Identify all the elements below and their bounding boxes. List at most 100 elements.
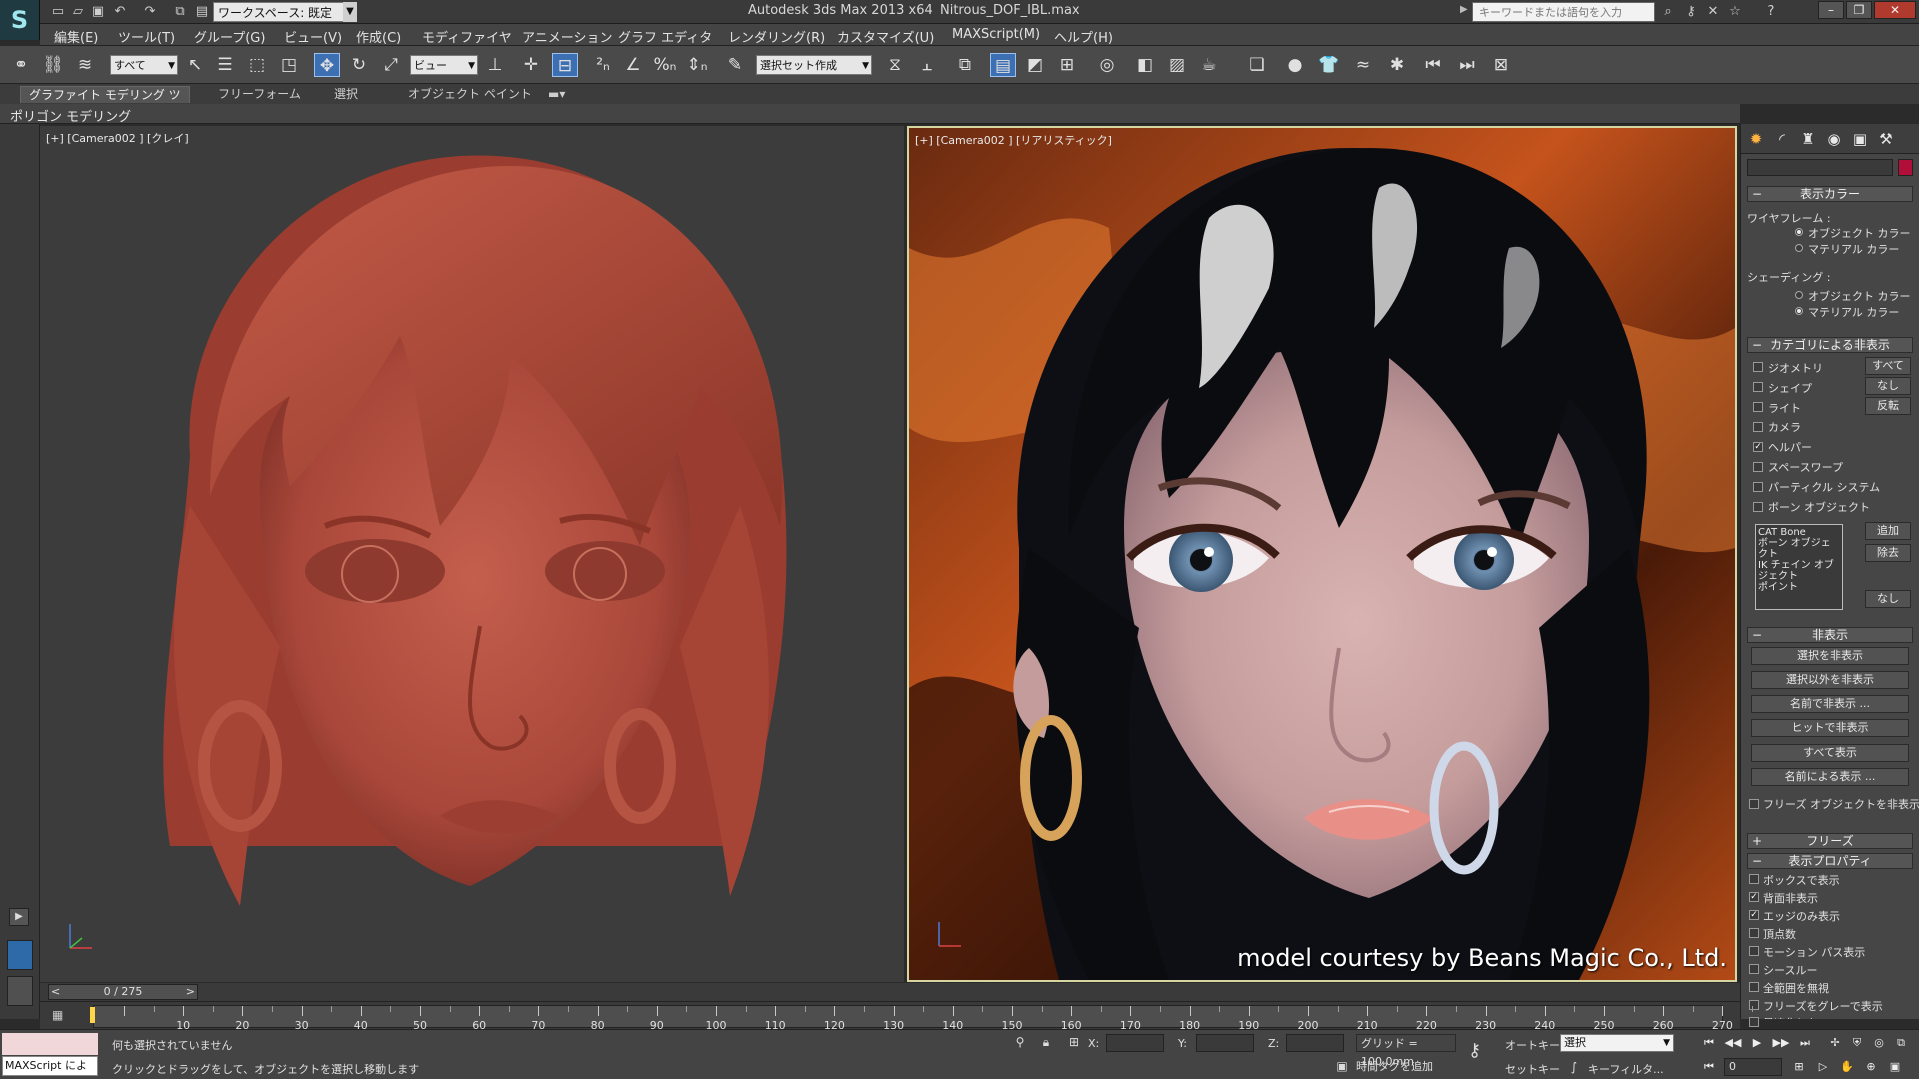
orbit-subobject-icon[interactable]: ⊕ bbox=[1862, 1058, 1880, 1076]
zoom-icon[interactable]: ✢ bbox=[1826, 1035, 1844, 1051]
list-item[interactable]: ポイント bbox=[1758, 582, 1840, 593]
expand-arrow-icon[interactable]: ▶ bbox=[9, 908, 29, 926]
zoom-all-icon[interactable]: ⛨ bbox=[1848, 1035, 1866, 1051]
render-icon[interactable]: ☕ bbox=[1196, 53, 1222, 77]
select-manipulate-icon[interactable]: ✛ bbox=[518, 53, 544, 77]
anim-prev-icon[interactable]: ⏮ bbox=[1420, 53, 1446, 77]
helpers-checkbox[interactable]: ✓ bbox=[1753, 442, 1763, 452]
lights-checkbox[interactable] bbox=[1753, 402, 1763, 412]
viewport-label[interactable]: [+] [Camera002 ] [クレイ] bbox=[46, 130, 189, 146]
spinner-snap-icon[interactable]: ⇕ₙ bbox=[684, 53, 710, 77]
menu-graph-editors[interactable]: グラフ エディタ bbox=[618, 27, 712, 46]
object-name-field[interactable] bbox=[1747, 159, 1893, 176]
menu-group[interactable]: グループ(G) bbox=[194, 27, 265, 46]
rotate-icon[interactable]: ↻ bbox=[346, 53, 372, 77]
display-tab-icon[interactable]: ▣ bbox=[1849, 129, 1871, 149]
container-icon[interactable]: ❏ bbox=[1244, 53, 1270, 77]
setkey-button[interactable]: セットキー bbox=[1505, 1061, 1560, 1077]
rollout-display-properties[interactable]: − 表示プロパティ bbox=[1747, 853, 1913, 869]
next-frame-icon[interactable]: > bbox=[186, 985, 195, 999]
move-icon[interactable]: ✥ bbox=[314, 53, 340, 77]
workspace-select[interactable]: ワークスペース: 既定 bbox=[213, 2, 353, 22]
min-max-toggle-icon[interactable]: ▣ bbox=[1886, 1058, 1904, 1076]
unhide-all-button[interactable]: すべて表示 bbox=[1751, 744, 1909, 762]
never-degrade-checkbox[interactable] bbox=[1749, 1017, 1759, 1027]
wireframe-object-color-radio[interactable] bbox=[1795, 228, 1803, 236]
tab-object-paint[interactable]: オブジェクト ペイント bbox=[400, 86, 540, 103]
category-all-button[interactable]: すべて bbox=[1865, 357, 1911, 375]
polygon-modeling-panel[interactable]: ポリゴン モデリング bbox=[10, 106, 131, 125]
isolate-icon[interactable]: ⚲ bbox=[1012, 1035, 1028, 1051]
angle-snap-icon[interactable]: ∠ bbox=[620, 53, 646, 77]
create-tab-icon[interactable]: ✹ bbox=[1745, 129, 1767, 149]
edit-named-selection-icon[interactable]: ✎ bbox=[722, 53, 748, 77]
absolute-mode-icon[interactable]: ⊞ bbox=[1066, 1035, 1082, 1051]
menu-views[interactable]: ビュー(V) bbox=[284, 27, 342, 46]
close-button[interactable]: ✕ bbox=[1874, 1, 1916, 19]
backface-cull-checkbox[interactable]: ✓ bbox=[1749, 892, 1759, 902]
favorites-icon[interactable]: ☆ bbox=[1726, 3, 1744, 21]
add-time-tag[interactable]: 時間タグを追加 bbox=[1356, 1058, 1433, 1074]
viewport-layout-tab[interactable] bbox=[7, 976, 33, 1006]
hide-unselected-button[interactable]: 選択以外を非表示 bbox=[1751, 671, 1909, 689]
object-color-swatch[interactable] bbox=[1898, 159, 1913, 176]
render-setup-icon[interactable]: ◧ bbox=[1132, 53, 1158, 77]
time-tag-icon[interactable]: ▣ bbox=[1334, 1059, 1350, 1075]
vertex-ticks-checkbox[interactable] bbox=[1749, 928, 1759, 938]
viewport-layout-tab-active[interactable] bbox=[7, 940, 33, 970]
particle-icon[interactable]: ✱ bbox=[1384, 53, 1410, 77]
sphere-icon[interactable]: ● bbox=[1282, 53, 1308, 77]
selection-filter-select[interactable]: すべて ▼ bbox=[110, 55, 178, 75]
geometry-checkbox[interactable] bbox=[1753, 362, 1763, 372]
subscription-icon[interactable]: ⚷ bbox=[1682, 3, 1700, 21]
align-icon[interactable]: ⫠ bbox=[914, 53, 940, 77]
new-file-icon[interactable]: ▭ bbox=[50, 4, 66, 20]
anim-next-icon[interactable]: ⏭ bbox=[1454, 53, 1480, 77]
shapes-checkbox[interactable] bbox=[1753, 382, 1763, 392]
menu-create[interactable]: 作成(C) bbox=[356, 27, 401, 46]
minimize-button[interactable]: – bbox=[1818, 1, 1844, 19]
play-icon[interactable]: ▶ bbox=[1748, 1035, 1766, 1051]
maximize-viewport-icon[interactable]: ⧉ bbox=[1892, 1035, 1910, 1051]
percent-snap-icon[interactable]: %ₙ bbox=[652, 53, 678, 77]
field-of-view-icon[interactable]: ▷ bbox=[1814, 1058, 1832, 1076]
rectangle-selection-icon[interactable]: ⬚ bbox=[244, 53, 270, 77]
key-mode-select[interactable]: 選択 ▼ bbox=[1560, 1034, 1674, 1052]
maxscript-label[interactable]: MAXScript による bbox=[2, 1056, 98, 1079]
maximize-button[interactable]: ❐ bbox=[1846, 1, 1872, 19]
previous-frame-icon[interactable]: ◀◀ bbox=[1724, 1035, 1742, 1051]
rollout-hide[interactable]: − 非表示 bbox=[1747, 627, 1913, 643]
select-object-icon[interactable]: ↖ bbox=[182, 53, 208, 77]
list-item[interactable]: IK チェイン オブジェクト bbox=[1758, 560, 1840, 582]
category-invert-button[interactable]: 反転 bbox=[1865, 397, 1911, 415]
x-coord-field[interactable] bbox=[1106, 1034, 1164, 1052]
bone-objects-checkbox[interactable] bbox=[1753, 502, 1763, 512]
keyboard-shortcut-icon[interactable]: ⊟ bbox=[552, 53, 578, 77]
tab-selection[interactable]: 選択 bbox=[326, 86, 366, 103]
key-mode-toggle-icon[interactable]: ⏮ bbox=[1700, 1058, 1718, 1076]
window-crossing-icon[interactable]: ◳ bbox=[276, 53, 302, 77]
lock-icon[interactable]: 🔒︎ bbox=[1038, 1035, 1054, 1051]
named-selection-select[interactable]: 選択セット作成 ▼ bbox=[756, 55, 872, 75]
layer-manager-icon[interactable]: ⧉ bbox=[952, 53, 978, 77]
tab-freeform[interactable]: フリーフォーム bbox=[210, 86, 309, 103]
cameras-checkbox[interactable] bbox=[1753, 422, 1763, 432]
menu-modifiers[interactable]: モディファイヤ bbox=[422, 27, 512, 46]
prev-frame-icon[interactable]: < bbox=[51, 985, 60, 999]
hide-by-hit-button[interactable]: ヒットで非表示 bbox=[1751, 719, 1909, 737]
hide-selected-button[interactable]: 選択を非表示 bbox=[1751, 647, 1909, 665]
schematic-view-icon[interactable]: ⊞ bbox=[1054, 53, 1080, 77]
app-logo[interactable]: S bbox=[0, 0, 40, 40]
autokey-button[interactable]: オートキー bbox=[1505, 1037, 1560, 1053]
snap-toggle-icon[interactable]: ²ₙ bbox=[590, 53, 616, 77]
list-item[interactable]: ボーン オブジェクト bbox=[1758, 538, 1840, 560]
shading-material-color-radio[interactable] bbox=[1795, 307, 1803, 315]
category-list[interactable]: CAT Bone ボーン オブジェクト IK チェイン オブジェクト ポイント bbox=[1755, 524, 1843, 610]
unlink-icon[interactable]: ⛓ bbox=[40, 53, 66, 77]
list-none-button[interactable]: なし bbox=[1865, 590, 1911, 608]
project-folder-icon[interactable]: ▤ bbox=[194, 4, 210, 20]
viewport-realistic[interactable]: [+] [Camera002 ] [リアリスティック] model courte… bbox=[907, 126, 1737, 982]
chevron-down-icon[interactable]: ▼ bbox=[343, 2, 357, 22]
shading-object-color-radio[interactable] bbox=[1795, 291, 1803, 299]
mini-curve-editor-icon[interactable]: ▦ bbox=[52, 1008, 70, 1022]
